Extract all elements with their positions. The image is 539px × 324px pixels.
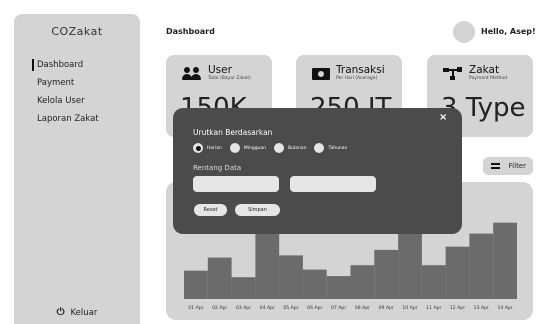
user-greeting: Hello, Asep! bbox=[481, 27, 536, 36]
sort-modal: × Urutkan Berdasarkan Harian Mingguan Bu… bbox=[173, 108, 462, 234]
card-title: Zakat bbox=[469, 64, 500, 76]
filter-icon bbox=[491, 163, 500, 169]
filter-label: Filter bbox=[508, 162, 526, 170]
chart-bar bbox=[445, 246, 470, 299]
x-tick-label: 10 Apr bbox=[402, 305, 417, 311]
x-tick-label: 13 Apr bbox=[474, 305, 489, 311]
money-icon bbox=[312, 67, 330, 80]
chart-bar bbox=[421, 265, 446, 299]
start-date-input[interactable] bbox=[193, 176, 279, 192]
sidebar-item-laporan-zakat[interactable]: Laporan Zakat bbox=[14, 110, 140, 128]
x-tick-label: 14 Apr bbox=[497, 305, 512, 311]
radio-label: Mingguan bbox=[243, 145, 267, 151]
sidebar-item-dashboard[interactable]: Dashboard bbox=[14, 56, 140, 74]
filter-button[interactable]: Filter bbox=[483, 157, 533, 175]
page-title: Dashboard bbox=[166, 27, 215, 36]
x-tick-label: 05 Apr bbox=[283, 305, 298, 311]
radio-mingguan[interactable]: Mingguan bbox=[229, 143, 267, 153]
avatar[interactable] bbox=[453, 21, 475, 43]
logout-button[interactable]: ⏻ Keluar bbox=[14, 307, 140, 318]
radio-label: Harian bbox=[207, 145, 222, 151]
end-date-input[interactable] bbox=[290, 176, 376, 192]
sidebar: COZakat Dashboard Payment Kelola User La… bbox=[14, 14, 140, 324]
x-tick-label: 01 Apr bbox=[188, 305, 203, 311]
chart-bar bbox=[469, 233, 494, 299]
chart-bar bbox=[374, 249, 399, 299]
brand-logo: COZakat bbox=[51, 25, 103, 38]
x-tick-label: 03 Apr bbox=[236, 305, 251, 311]
x-tick-label: 04 Apr bbox=[260, 305, 275, 311]
radio-harian[interactable]: Harian bbox=[193, 143, 222, 153]
radio-selected-icon bbox=[193, 143, 203, 153]
chart-bar bbox=[493, 222, 517, 299]
radio-icon bbox=[274, 143, 285, 153]
x-tick-label: 09 Apr bbox=[379, 305, 394, 311]
chart-bar bbox=[184, 270, 208, 299]
radio-icon bbox=[314, 143, 325, 153]
radio-label: Bulanan bbox=[288, 145, 307, 151]
range-label: Rentang Data bbox=[193, 164, 242, 172]
sort-options: Harian Mingguan Bulanan Tahunan bbox=[193, 143, 355, 153]
logout-label: Keluar bbox=[70, 308, 98, 318]
card-subtitle: Per Hari (Average) bbox=[336, 76, 378, 81]
card-title: User bbox=[208, 64, 232, 76]
card-title: Transaksi bbox=[336, 64, 385, 76]
radio-icon bbox=[229, 143, 240, 153]
x-tick-label: 08 Apr bbox=[355, 305, 370, 311]
card-subtitle: Total (Bayar Zakat) bbox=[208, 76, 251, 81]
users-icon bbox=[182, 66, 202, 81]
chart-bar bbox=[231, 277, 256, 299]
sidebar-item-kelola-user[interactable]: Kelola User bbox=[14, 92, 140, 110]
card-subtitle: Payment Method bbox=[469, 76, 508, 81]
method-icon bbox=[443, 66, 463, 81]
sidebar-item-payment[interactable]: Payment bbox=[14, 74, 140, 92]
save-button[interactable]: Simpan bbox=[235, 204, 280, 216]
x-tick-label: 02 Apr bbox=[212, 305, 227, 311]
radio-tahunan[interactable]: Tahunan bbox=[314, 143, 347, 153]
reset-button[interactable]: Reset bbox=[194, 204, 227, 216]
chart-bar bbox=[207, 257, 232, 299]
chart-bar bbox=[279, 255, 303, 299]
close-icon[interactable]: × bbox=[439, 112, 447, 123]
x-tick-label: 06 Apr bbox=[307, 305, 322, 311]
x-tick-label: 12 Apr bbox=[450, 305, 465, 311]
x-tick-label: 07 Apr bbox=[331, 305, 346, 311]
sidebar-nav: Dashboard Payment Kelola User Laporan Za… bbox=[14, 56, 140, 128]
chart-bar bbox=[326, 276, 351, 299]
x-tick-label: 11 Apr bbox=[426, 305, 441, 311]
chart-bar bbox=[350, 265, 375, 299]
radio-label: Tahunan bbox=[328, 145, 348, 151]
modal-title: Urutkan Berdasarkan bbox=[193, 128, 273, 137]
radio-bulanan[interactable]: Bulanan bbox=[274, 143, 306, 153]
chart-bar bbox=[302, 269, 327, 299]
power-icon: ⏻ bbox=[56, 307, 65, 318]
